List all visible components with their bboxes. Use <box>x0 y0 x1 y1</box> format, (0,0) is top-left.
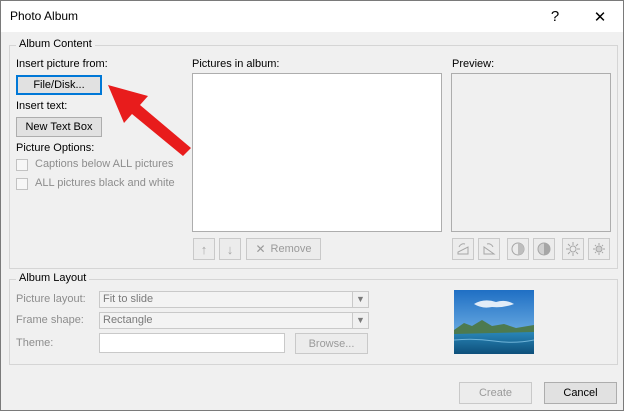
layout-preview-thumbnail <box>454 290 534 354</box>
chevron-down-icon[interactable]: ▼ <box>352 291 369 308</box>
create-button-label: Create <box>478 387 513 399</box>
remove-button-label: Remove <box>270 243 312 255</box>
insert-text-label: Insert text: <box>16 100 68 112</box>
move-up-button[interactable]: ↑ <box>193 238 215 260</box>
black-white-checkbox[interactable] <box>16 178 28 190</box>
brightness-up-icon <box>566 242 580 256</box>
black-white-checkbox-label: ALL pictures black and white <box>35 177 175 189</box>
theme-label: Theme: <box>16 337 54 349</box>
album-layout-legend: Album Layout <box>16 272 90 284</box>
album-content-legend: Album Content <box>16 38 95 50</box>
pictures-in-album-label: Pictures in album: <box>192 58 280 70</box>
close-button[interactable]: ✕ <box>578 1 622 32</box>
contrast-down-button[interactable] <box>533 238 555 260</box>
frame-shape-combobox[interactable]: Rectangle ▼ <box>99 312 369 329</box>
remove-x-icon: ✕ <box>255 242 266 256</box>
help-icon: ? <box>550 8 560 25</box>
picture-layout-label: Picture layout: <box>16 293 86 305</box>
brightness-down-button[interactable] <box>588 238 610 260</box>
new-text-box-button-label: New Text Box <box>25 121 93 133</box>
picture-options-label: Picture Options: <box>16 142 95 154</box>
rotate-left-button[interactable] <box>452 238 474 260</box>
new-text-box-button[interactable]: New Text Box <box>16 117 102 137</box>
preview-pane <box>451 73 611 232</box>
rotate-left-icon <box>457 243 469 255</box>
cancel-button[interactable]: Cancel <box>544 382 617 404</box>
arrow-up-icon: ↑ <box>200 241 208 257</box>
frame-shape-value: Rectangle <box>103 314 153 326</box>
captions-checkbox[interactable] <box>16 159 28 171</box>
title-bar: Photo Album ? ✕ <box>1 1 623 32</box>
move-down-button[interactable]: ↓ <box>219 238 241 260</box>
insert-picture-label: Insert picture from: <box>16 58 108 70</box>
contrast-up-button[interactable] <box>507 238 529 260</box>
annotation-arrow <box>108 85 191 156</box>
create-button[interactable]: Create <box>459 382 532 404</box>
frame-shape-label: Frame shape: <box>16 314 84 326</box>
help-button[interactable]: ? <box>533 1 577 32</box>
contrast-up-icon <box>511 242 525 256</box>
window-title: Photo Album <box>10 9 79 23</box>
picture-layout-value: Fit to slide <box>103 293 154 305</box>
browse-button[interactable]: Browse... <box>295 333 368 354</box>
chevron-down-icon[interactable]: ▼ <box>352 312 369 329</box>
cancel-button-label: Cancel <box>563 387 598 399</box>
arrow-down-icon: ↓ <box>226 241 234 257</box>
remove-button[interactable]: ✕ Remove <box>246 238 321 260</box>
photo-album-dialog: Photo Album ? ✕ Album Content Insert pic… <box>0 0 624 411</box>
file-disk-button-label: File/Disk... <box>33 79 85 91</box>
close-icon: ✕ <box>593 8 607 26</box>
brightness-up-button[interactable] <box>562 238 584 260</box>
rotate-right-button[interactable] <box>478 238 500 260</box>
file-disk-button[interactable]: File/Disk... <box>16 75 102 95</box>
preview-label: Preview: <box>452 58 495 70</box>
picture-layout-combobox[interactable]: Fit to slide ▼ <box>99 291 369 308</box>
browse-button-label: Browse... <box>308 337 355 350</box>
theme-input[interactable] <box>99 333 285 353</box>
brightness-down-icon <box>593 243 605 255</box>
pictures-in-album-list[interactable] <box>192 73 442 232</box>
rotate-right-icon <box>483 243 496 255</box>
contrast-down-icon <box>537 242 551 256</box>
